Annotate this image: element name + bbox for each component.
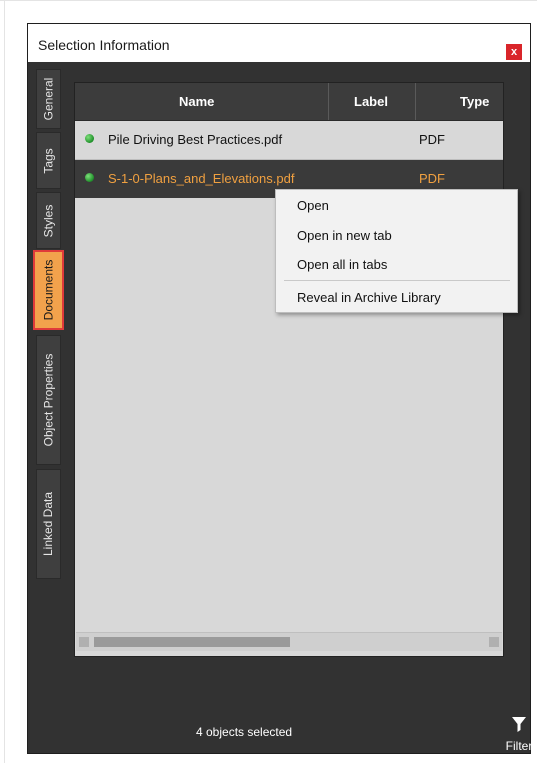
column-header-type[interactable]: Type: [460, 94, 489, 109]
tab-label: General: [41, 77, 56, 121]
tab-label: Documents: [41, 259, 56, 321]
selection-status: 4 objects selected: [196, 725, 293, 739]
page-border-left: [4, 0, 5, 763]
window-title: Selection Information: [38, 37, 170, 53]
tab-object-properties[interactable]: Object Properties: [36, 335, 61, 465]
document-name: Pile Driving Best Practices.pdf: [108, 132, 283, 147]
document-name: S-1-0-Plans_and_Elevations.pdf: [108, 171, 295, 186]
menu-separator: [284, 280, 510, 281]
table-row[interactable]: Pile Driving Best Practices.pdf PDF: [75, 121, 503, 159]
tab-label: Tags: [41, 147, 56, 174]
filter-button[interactable]: Filter: [502, 717, 536, 753]
column-divider: [328, 83, 329, 120]
menu-item-open-all-in-tabs[interactable]: Open all in tabs: [297, 257, 387, 272]
tab-label: Styles: [41, 204, 56, 237]
documents-table: Name Label Type Pile Driving Best Practi…: [74, 82, 504, 657]
horizontal-scrollbar[interactable]: [76, 632, 502, 651]
column-header-label[interactable]: Label: [354, 94, 388, 109]
menu-item-open-in-new-tab[interactable]: Open in new tab: [297, 228, 392, 243]
scroll-right-arrow-icon[interactable]: [489, 637, 499, 647]
menu-item-open[interactable]: Open: [297, 198, 329, 213]
menu-item-reveal-in-archive-library[interactable]: Reveal in Archive Library: [297, 290, 441, 305]
scroll-left-arrow-icon[interactable]: [79, 637, 89, 647]
tab-linked-data[interactable]: Linked Data: [36, 469, 61, 579]
funnel-icon: [512, 717, 526, 732]
close-button[interactable]: x: [506, 44, 522, 60]
title-bar: Selection Information x: [28, 24, 530, 62]
column-header-name[interactable]: Name: [179, 94, 214, 109]
column-divider: [415, 83, 416, 120]
selection-information-window: Selection Information x General Tags Sty…: [27, 23, 532, 754]
tab-tags[interactable]: Tags: [36, 132, 61, 189]
page-border-top: [0, 0, 537, 1]
context-menu: Open Open in new tab Open all in tabs Re…: [275, 189, 518, 313]
tab-label: Linked Data: [41, 491, 56, 557]
document-type: PDF: [419, 171, 445, 186]
tab-documents[interactable]: Documents: [33, 250, 64, 330]
tab-general[interactable]: General: [36, 69, 61, 129]
green-dot-icon: [85, 173, 94, 182]
document-type: PDF: [419, 132, 445, 147]
tab-label: Object Properties: [41, 353, 56, 447]
filter-label: Filter: [505, 739, 533, 753]
scrollbar-thumb[interactable]: [94, 637, 290, 647]
close-icon: x: [510, 46, 518, 58]
green-dot-icon: [85, 134, 94, 143]
tab-styles[interactable]: Styles: [36, 192, 61, 249]
table-header: Name Label Type: [75, 83, 503, 121]
